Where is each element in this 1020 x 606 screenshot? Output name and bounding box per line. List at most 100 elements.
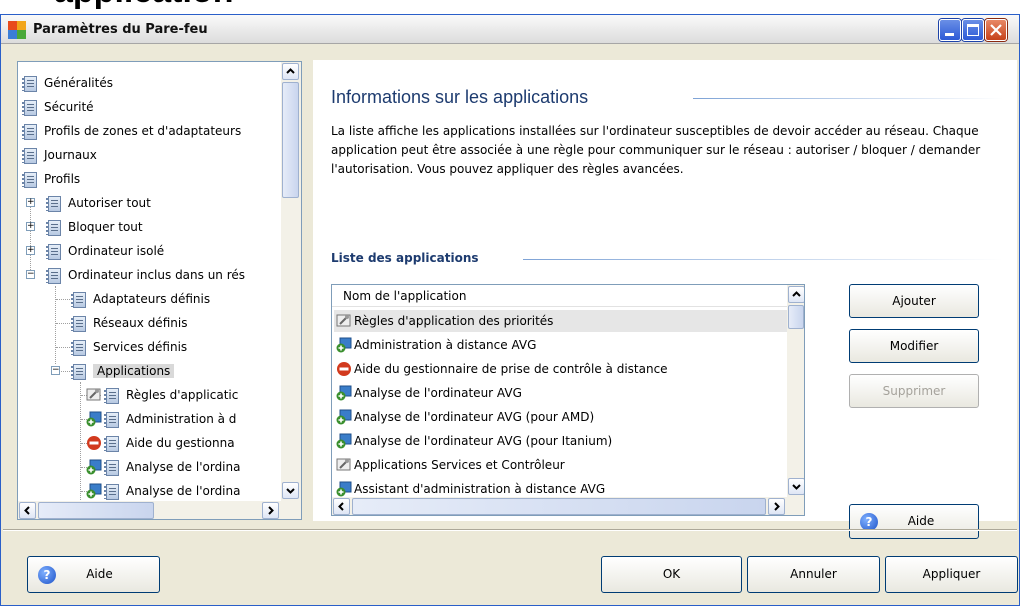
page-glyph [71, 315, 86, 332]
scroll-thumb[interactable] [38, 502, 154, 519]
allow-app-icon [336, 409, 352, 425]
chevron-right-icon [268, 506, 274, 515]
ok-button-label: OK [662, 567, 681, 581]
window-title: Paramètres du Pare-feu [33, 22, 208, 37]
application-row[interactable]: Analyse de l'ordinateur AVG (pour Itaniu… [334, 430, 788, 452]
scroll-left-button[interactable] [333, 498, 350, 515]
scroll-right-button[interactable] [768, 498, 785, 515]
minimize-button[interactable] [939, 19, 961, 41]
application-name: Administration à distance AVG [354, 338, 537, 352]
close-button[interactable] [985, 19, 1007, 41]
tree-item[interactable]: Profils de zones et d'adaptateurs [22, 120, 241, 142]
scroll-left-button[interactable] [19, 502, 36, 519]
application-row[interactable]: Règles d'application des priorités [334, 310, 788, 332]
scroll-thumb[interactable] [282, 82, 299, 198]
tree-guide-line [56, 347, 70, 348]
tree-item[interactable]: Règles d'applicatic [86, 384, 238, 406]
tree-horizontal-scrollbar[interactable] [18, 501, 301, 519]
allow-app-icon [336, 337, 352, 353]
application-row[interactable]: Administration à distance AVG [334, 334, 788, 356]
expand-icon[interactable]: + [26, 246, 35, 255]
tree-item[interactable]: Adaptateurs définis [71, 288, 210, 310]
tree-item-label: Règles d'applicatic [126, 388, 239, 402]
allow-app-icon [336, 385, 352, 401]
settings-tree[interactable]: Généralités Sécurité Profils de zones et d… [17, 61, 302, 520]
tree-item[interactable]: Autoriser tout [46, 192, 151, 214]
scroll-down-button[interactable] [788, 478, 804, 495]
allow-app-icon [336, 481, 352, 497]
panel-help-label: Aide [907, 514, 935, 528]
page-glyph [71, 363, 86, 380]
tree-item[interactable]: Généralités [22, 72, 113, 94]
tree-item-label: Aide du gestionna [126, 436, 235, 450]
scroll-down-button[interactable] [282, 482, 299, 499]
close-icon [990, 24, 1002, 36]
block-app-icon [86, 435, 102, 453]
scroll-up-button[interactable] [788, 286, 804, 303]
tree-guide-line [56, 323, 70, 324]
scroll-right-button[interactable] [262, 502, 279, 519]
collapse-icon[interactable]: − [26, 270, 35, 279]
page-glyph [46, 243, 61, 260]
tree-item[interactable]: Sécurité [22, 96, 94, 118]
footer-help-button[interactable]: ? Aide [27, 556, 160, 593]
help-icon: ? [38, 566, 56, 584]
scroll-up-button[interactable] [282, 63, 299, 80]
collapse-icon[interactable]: − [51, 366, 60, 375]
tree-guide-line [56, 299, 70, 300]
application-row[interactable]: Analyse de l'ordinateur AVG (pour AMD) [334, 406, 788, 428]
delete-button[interactable]: Supprimer [849, 374, 979, 408]
apply-button[interactable]: Appliquer [885, 556, 1018, 593]
add-button[interactable]: Ajouter [849, 284, 979, 318]
scroll-thumb[interactable] [788, 305, 804, 329]
tree-item[interactable]: Aide du gestionna [86, 432, 235, 454]
tree-item-label: Analyse de l'ordina [126, 484, 241, 498]
tree-item[interactable]: Journaux [22, 144, 97, 166]
page-icon [104, 411, 120, 429]
maximize-icon [967, 24, 979, 36]
tree-item[interactable]: Ordinateur inclus dans un rés [46, 264, 245, 286]
list-horizontal-scrollbar[interactable] [332, 497, 804, 515]
page-icon [22, 147, 38, 165]
section-heading: Informations sur les applications [331, 87, 589, 107]
footer-divider [3, 529, 1017, 531]
cancel-button[interactable]: Annuler [747, 556, 880, 593]
tree-item[interactable]: Services définis [71, 336, 187, 358]
list-vertical-scrollbar[interactable] [787, 285, 804, 497]
tree-item[interactable]: Analyse de l'ordina [86, 480, 240, 502]
tree-item[interactable]: Administration à d [86, 408, 236, 430]
ok-button[interactable]: OK [601, 556, 742, 593]
delete-button-label: Supprimer [882, 384, 946, 398]
tree-item[interactable]: Analyse de l'ordina [86, 456, 240, 478]
application-row[interactable]: Aide du gestionnaire de prise de contrôl… [334, 358, 788, 380]
footer-help-label: Aide [86, 567, 113, 581]
application-row[interactable]: Applications Services et Contrôleur [334, 454, 788, 476]
tree-item[interactable]: Ordinateur isolé [46, 240, 164, 262]
tree-item[interactable]: Profils [22, 168, 80, 190]
page-icon [22, 171, 38, 189]
tree-guide-line [80, 382, 81, 519]
expand-icon[interactable]: + [26, 222, 35, 231]
panel-help-button[interactable]: ? Aide [849, 504, 979, 539]
tree-item[interactable]: Réseaux définis [71, 312, 187, 334]
tree-item[interactable]: Applications [71, 360, 175, 382]
tree-item[interactable]: Bloquer tout [46, 216, 143, 238]
scroll-thumb[interactable] [352, 498, 766, 515]
page-icon [104, 435, 120, 453]
edit-button-label: Modifier [889, 339, 939, 353]
firewall-settings-window: Paramètres du Pare-feu Généralités Sécuri… [0, 14, 1020, 606]
column-header-name[interactable]: Nom de l'application [332, 285, 787, 307]
tree-guide-line [30, 198, 31, 274]
list-heading-rule [523, 259, 1003, 260]
maximize-button[interactable] [962, 19, 984, 41]
application-name: Analyse de l'ordinateur AVG [354, 386, 522, 400]
application-name: Aide du gestionnaire de prise de contrôl… [354, 362, 668, 376]
application-row[interactable]: Analyse de l'ordinateur AVG [334, 382, 788, 404]
edit-button[interactable]: Modifier [849, 329, 979, 363]
page-icon [46, 219, 62, 237]
expand-icon[interactable]: + [26, 198, 35, 207]
applications-list[interactable]: Nom de l'application Règles d'applicatio… [331, 284, 805, 516]
chevron-down-icon [286, 488, 295, 494]
tree-vertical-scrollbar[interactable] [281, 62, 301, 501]
page-icon [22, 75, 38, 93]
